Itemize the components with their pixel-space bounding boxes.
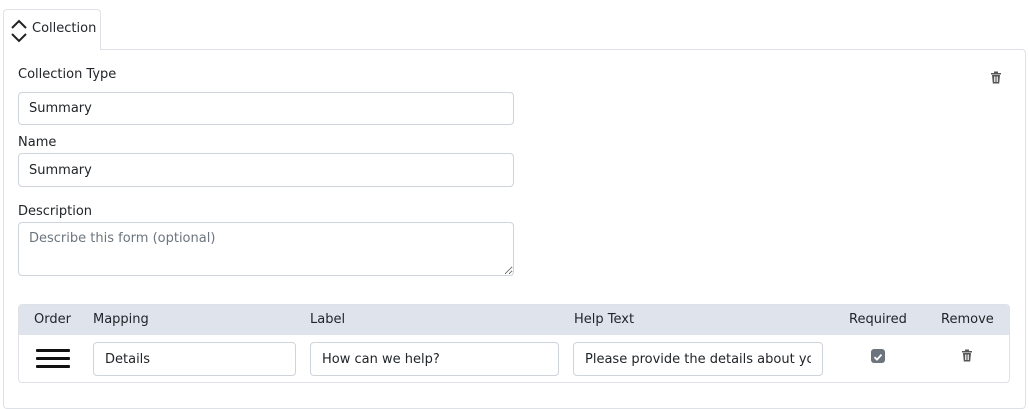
- name-input[interactable]: [18, 153, 514, 187]
- description-label: Description: [18, 204, 93, 219]
- required-checkbox[interactable]: [871, 349, 885, 363]
- collection-type-input[interactable]: [18, 92, 514, 125]
- fields-table: Order Mapping Label Help Text Required R…: [18, 304, 1010, 383]
- collection-type-label: Collection Type: [18, 67, 117, 82]
- table-header: Order Mapping Label Help Text Required R…: [19, 305, 1009, 335]
- name-label: Name: [18, 135, 57, 150]
- header-required: Required: [849, 312, 907, 327]
- label-input[interactable]: [310, 342, 559, 376]
- help-text-input[interactable]: [573, 342, 823, 376]
- remove-row-trash-icon[interactable]: [961, 349, 973, 362]
- header-mapping: Mapping: [93, 312, 149, 327]
- header-help-text: Help Text: [574, 312, 635, 327]
- header-label: Label: [310, 312, 346, 327]
- header-remove: Remove: [941, 312, 994, 327]
- header-order: Order: [34, 312, 71, 327]
- mapping-input[interactable]: [93, 342, 296, 376]
- description-textarea[interactable]: [18, 222, 514, 276]
- checkbox-checked-icon: [873, 353, 883, 361]
- trash-icon[interactable]: [990, 71, 1002, 84]
- drag-handle-icon[interactable]: [36, 349, 70, 369]
